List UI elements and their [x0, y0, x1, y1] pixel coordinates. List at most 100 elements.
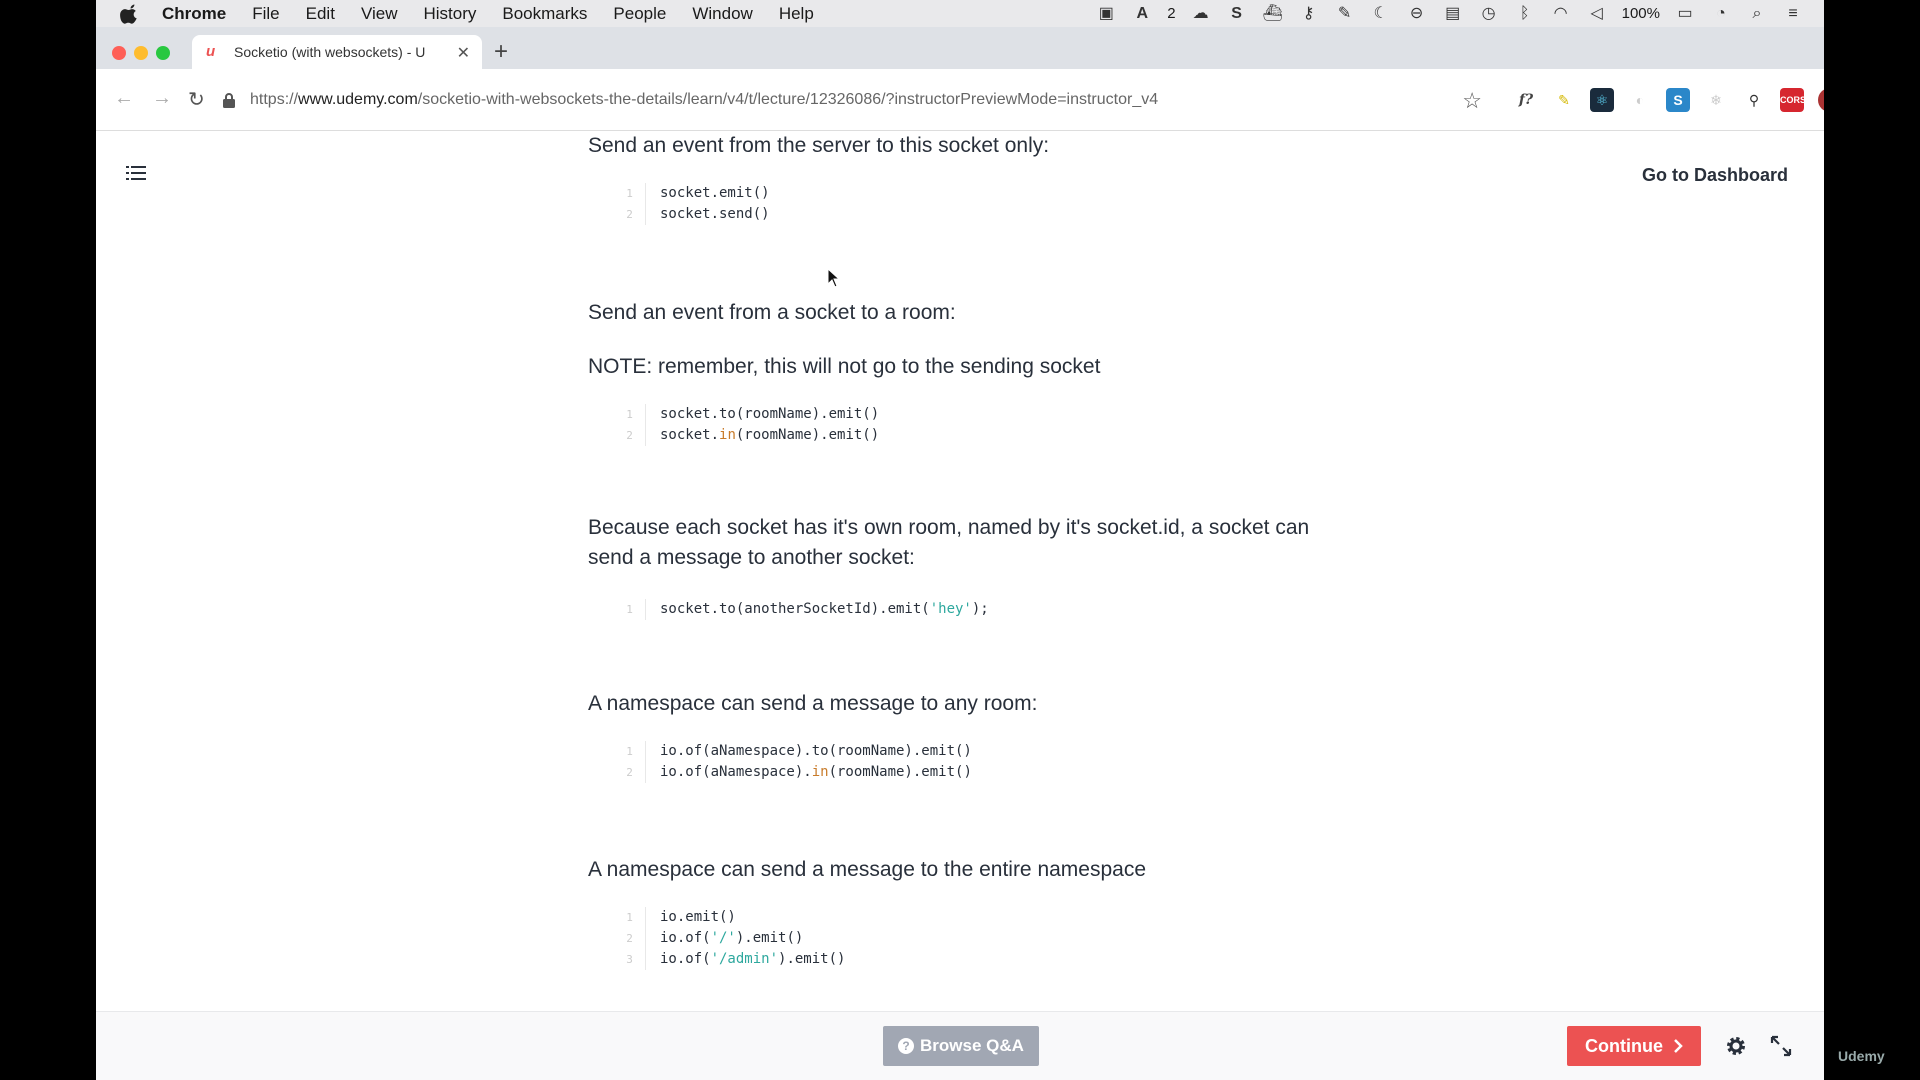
menu-bookmarks[interactable]: Bookmarks: [502, 4, 587, 24]
menu-people[interactable]: People: [613, 4, 666, 24]
window-minimize-button[interactable]: [134, 46, 148, 60]
extension-key-icon[interactable]: ⚲: [1742, 88, 1766, 112]
browser-toolbar: ← → ↻ https:// www.udemy.com /socketio-w…: [96, 69, 1824, 131]
profile-avatar-icon[interactable]: ●: [1818, 88, 1824, 112]
time-machine-icon[interactable]: ◷: [1478, 5, 1500, 23]
sidebar-toggle-list-icon[interactable]: [126, 165, 146, 181]
back-arrow-icon[interactable]: ←: [114, 87, 134, 110]
code-string: '/': [710, 930, 736, 946]
url-path: /socketio-with-websockets-the-details/le…: [417, 91, 1159, 108]
menu-window[interactable]: Window: [692, 4, 752, 24]
tab-close-icon[interactable]: ✕: [457, 43, 470, 63]
continue-label: Continue: [1585, 1035, 1663, 1056]
battery-icon[interactable]: ▭: [1674, 5, 1696, 23]
extension-ghost-icon[interactable]: ◐: [1628, 88, 1652, 112]
screen: Chrome File Edit View History Bookmarks …: [96, 0, 1824, 1080]
browse-qa-label: Browse Q&A: [920, 1036, 1024, 1055]
extension-s-icon[interactable]: S: [1666, 88, 1690, 112]
expand-icon[interactable]: [1769, 1034, 1793, 1058]
code-string: '/admin': [710, 951, 779, 967]
window-icon[interactable]: ▤: [1442, 5, 1464, 23]
facetime-icon[interactable]: ▣: [1095, 5, 1117, 23]
search-icon[interactable]: ⌕: [1746, 5, 1768, 23]
gear-icon[interactable]: [1724, 1034, 1748, 1058]
adobe-icon[interactable]: A: [1131, 5, 1153, 23]
moon-icon[interactable]: ☾: [1370, 5, 1392, 23]
extension-f-icon[interactable]: f?: [1514, 88, 1538, 112]
line-number: 1: [614, 404, 646, 425]
tab-title: Socketio (with websockets) - U: [234, 44, 426, 60]
menu-app-chrome[interactable]: Chrome: [162, 4, 226, 24]
window-maximize-button[interactable]: [156, 46, 170, 60]
code-text: io.of(aNamespace).to(roomName).emit(): [660, 743, 972, 759]
udemy-watermark: Udemy: [1838, 1048, 1885, 1064]
line-number: 1: [614, 741, 646, 762]
code-text: io.emit(): [660, 909, 736, 925]
wifi-icon[interactable]: ◠: [1550, 5, 1572, 23]
go-to-dashboard-link[interactable]: Go to Dashboard: [1642, 165, 1788, 186]
extension-react-icon[interactable]: ⚛: [1590, 88, 1614, 112]
extension-snow-icon[interactable]: ❄: [1704, 88, 1728, 112]
menu-edit[interactable]: Edit: [306, 4, 335, 24]
code-line: 1 socket.to(roomName).emit(): [614, 404, 879, 425]
code-line: 1 socket.to(anotherSocketId).emit('hey');: [614, 599, 989, 620]
code-block: 1 socket.to(anotherSocketId).emit('hey');: [614, 599, 989, 620]
address-bar[interactable]: https:// www.udemy.com /socketio-with-we…: [222, 81, 1482, 119]
new-tab-button[interactable]: +: [494, 38, 508, 66]
line-number: 2: [614, 204, 646, 225]
bookmark-star-icon[interactable]: ☆: [1462, 88, 1482, 114]
menu-view[interactable]: View: [361, 4, 398, 24]
docker-icon[interactable]: ⛴: [1262, 5, 1284, 23]
code-keyword: in: [811, 764, 829, 780]
section-heading: Because each socket has it's own room, n…: [588, 516, 1310, 569]
section-heading: Send an event from a socket to a room:: [588, 301, 956, 324]
clock-icon[interactable]: ◔: [1710, 5, 1732, 23]
lock-icon: [223, 93, 235, 108]
cloud-icon[interactable]: ☁: [1190, 5, 1212, 23]
menu-history[interactable]: History: [423, 4, 476, 24]
code-text: (roomName).emit(): [735, 427, 880, 443]
line-number: 1: [614, 907, 646, 928]
menu-help[interactable]: Help: [779, 4, 814, 24]
menu-file[interactable]: File: [252, 4, 279, 24]
block-icon[interactable]: ⊖: [1406, 5, 1428, 23]
extension-highlighter-icon[interactable]: ✎: [1552, 88, 1576, 112]
code-string: 'hey': [929, 601, 972, 617]
evernote-icon[interactable]: ✎: [1334, 5, 1356, 23]
code-line: 2 socket. in (roomName).emit(): [614, 425, 879, 446]
code-block: 1 socket.to(roomName).emit() 2 socket. in (r…: [614, 404, 879, 446]
code-line: 2 io.of('/').emit(): [614, 928, 845, 949]
code-keyword: in: [719, 427, 736, 443]
list-icon[interactable]: ≡: [1782, 5, 1804, 23]
key-icon[interactable]: ⚷: [1298, 5, 1320, 23]
code-line: 2 io.of(aNamespace). in (roomName).emit(): [614, 762, 972, 783]
code-text: socket.to(anotherSocketId).emit(: [660, 601, 930, 617]
url-prefix: https://: [250, 91, 299, 108]
note-text: NOTE: remember, this will not go to the …: [588, 355, 1101, 378]
extension-cors-icon[interactable]: CORS: [1780, 88, 1806, 112]
line-number: 2: [614, 762, 646, 783]
code-text: io.of(aNamespace).: [660, 764, 812, 780]
status-badge: 2: [1167, 5, 1176, 22]
code-text: (roomName).emit(): [828, 764, 972, 780]
volume-icon[interactable]: ◁: [1586, 5, 1608, 23]
section-heading: A namespace can send a message to the en…: [588, 858, 1147, 881]
reload-icon[interactable]: ↻: [188, 87, 205, 112]
line-number: 1: [614, 183, 646, 204]
browse-qa-button[interactable]: ? Browse Q&A: [883, 1026, 1039, 1066]
apple-icon[interactable]: [120, 4, 140, 24]
forward-arrow-icon[interactable]: →: [152, 87, 172, 110]
extensions-bar: f? ✎ ⚛ ◐ S ❄ ⚲ CORS ● ⋮: [1514, 88, 1824, 112]
continue-button[interactable]: Continue: [1567, 1026, 1701, 1066]
tab-active[interactable]: u Socketio (with websockets) - U ✕: [192, 35, 482, 69]
tab-strip: u Socketio (with websockets) - U ✕ +: [96, 27, 1824, 69]
code-text: socket.send(): [660, 206, 770, 222]
s-icon[interactable]: S: [1226, 5, 1248, 23]
code-line: 2 socket.send(): [614, 204, 770, 225]
section-heading: Send an event from the server to this so…: [588, 134, 1050, 157]
bluetooth-icon[interactable]: ᛒ: [1514, 5, 1536, 23]
battery-percent: 100%: [1621, 5, 1660, 22]
udemy-favicon-icon: u: [206, 43, 216, 60]
window-close-button[interactable]: [112, 46, 126, 60]
code-text: );: [971, 601, 989, 617]
